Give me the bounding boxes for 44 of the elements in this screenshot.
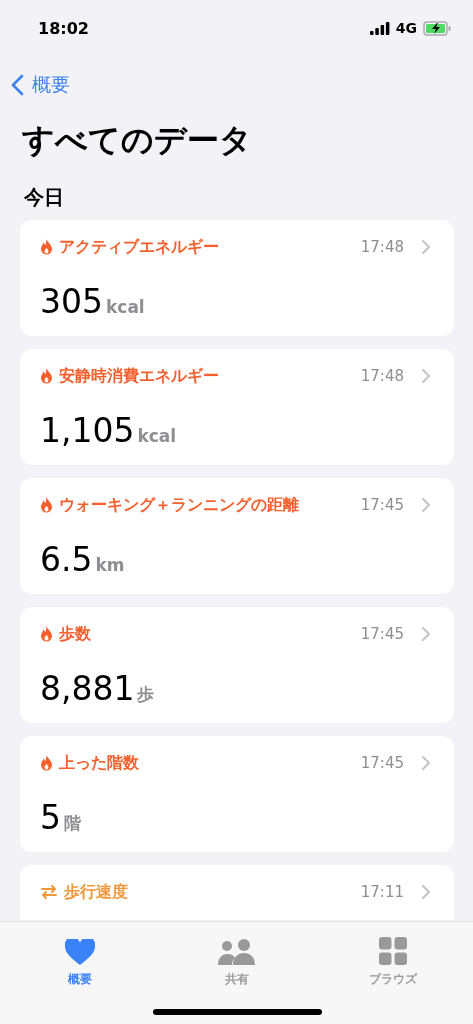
metric-value: 5 xyxy=(40,798,61,837)
network-label: 4G xyxy=(395,20,417,36)
tab[interactable]: 概要 xyxy=(40,932,120,988)
metric-label: 上った階数 xyxy=(59,752,140,774)
metric-card[interactable]: アクティブエネルギー 17:48 305 kcal xyxy=(20,220,454,336)
metric-unit: kcal xyxy=(137,426,177,446)
section-heading: 今日 xyxy=(24,184,65,210)
metric-value: 1,105 xyxy=(40,411,135,450)
clock: 18:02 xyxy=(38,18,89,38)
metric-label: アクティブエネルギー xyxy=(59,236,220,258)
chevron-icon xyxy=(422,756,430,770)
timestamp: 17:48 xyxy=(360,238,404,256)
timestamp: 17:11 xyxy=(360,883,404,901)
metric-value: 305 xyxy=(40,282,103,321)
metric-label: 安静時消費エネルギー xyxy=(59,365,220,387)
timestamp: 17:48 xyxy=(360,367,404,385)
metric-value: 6.5 xyxy=(40,540,93,579)
metric-card[interactable]: 歩数 17:45 8,881 歩 xyxy=(20,607,454,723)
grid-icon xyxy=(379,937,407,965)
metric-label: 歩行速度 xyxy=(64,881,129,903)
metric-card[interactable]: ウォーキング＋ランニングの距離 17:45 6.5 km xyxy=(20,478,454,594)
timestamp: 17:45 xyxy=(360,625,404,643)
battery-icon xyxy=(423,20,451,36)
metric-card[interactable]: 上った階数 17:45 5 階 xyxy=(20,736,454,852)
chevron-icon xyxy=(422,627,430,641)
chevron-icon xyxy=(422,498,430,512)
metric-label: ウォーキング＋ランニングの距離 xyxy=(59,494,300,516)
chevron-icon xyxy=(422,369,430,383)
chevron-icon xyxy=(11,74,24,96)
metric-unit: kcal xyxy=(106,297,145,317)
page-title: すべてのデータ xyxy=(22,120,253,160)
heart-icon xyxy=(65,939,95,965)
timestamp: 17:45 xyxy=(360,754,404,772)
timestamp: 17:45 xyxy=(360,496,404,514)
metric-label: 歩数 xyxy=(59,623,92,645)
chevron-icon xyxy=(422,240,430,254)
signal-icon xyxy=(369,21,390,35)
people-icon xyxy=(217,939,256,965)
metric-card[interactable]: 安静時消費エネルギー 17:48 1,105 kcal xyxy=(20,349,454,465)
metric-unit: 歩 xyxy=(137,683,155,706)
metric-value: 8,881 xyxy=(40,669,135,708)
metric-unit: 階 xyxy=(64,812,81,835)
metric-unit: km xyxy=(95,555,125,575)
chevron-icon xyxy=(422,885,430,899)
